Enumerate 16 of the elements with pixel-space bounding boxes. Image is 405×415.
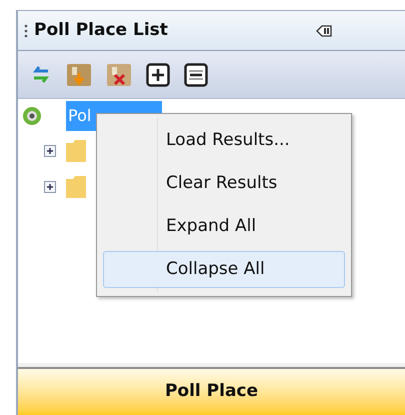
menu-item[interactable]: Clear Results bbox=[103, 165, 345, 202]
expand-all-icon[interactable] bbox=[146, 62, 170, 86]
package-delete-icon[interactable] bbox=[106, 62, 132, 88]
bottom-tab[interactable]: Poll Place bbox=[18, 369, 405, 415]
expander-icon[interactable] bbox=[44, 145, 56, 157]
collapse-all-icon[interactable] bbox=[184, 62, 208, 86]
folder-icon bbox=[66, 140, 86, 162]
folder-icon bbox=[66, 176, 86, 198]
menu-item[interactable]: Load Results... bbox=[103, 122, 345, 159]
target-icon bbox=[22, 106, 42, 126]
menu-item[interactable]: Expand All bbox=[103, 208, 345, 245]
expander-icon[interactable] bbox=[44, 181, 56, 193]
pin-icon[interactable] bbox=[316, 24, 332, 38]
menu-item[interactable]: Collapse All bbox=[103, 251, 345, 288]
grip-icon[interactable] bbox=[24, 24, 28, 38]
panel-title: Poll Place List bbox=[34, 18, 168, 42]
